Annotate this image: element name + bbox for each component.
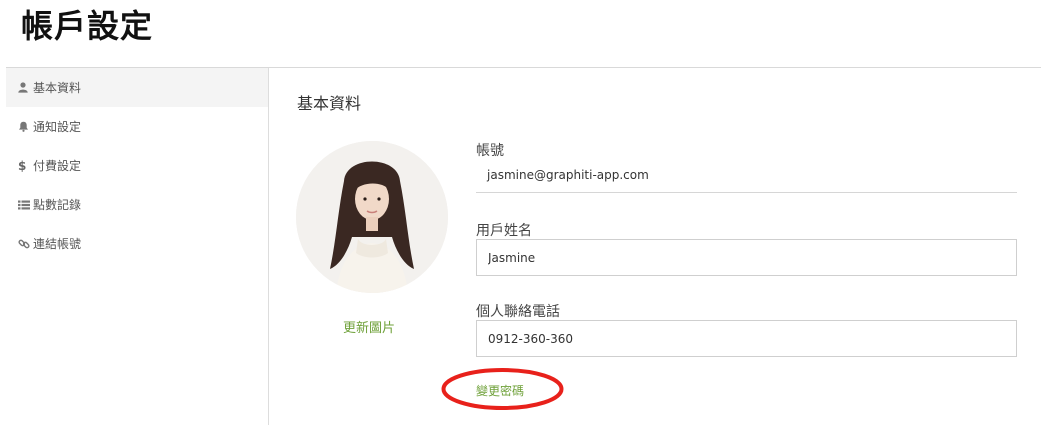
phone-field[interactable] (476, 320, 1017, 357)
dollar-icon: $ (18, 158, 27, 173)
sidebar-item-label: 通知設定 (33, 120, 82, 134)
sidebar: 基本資料 通知設定 $ 付費設定 點數記錄 連結帳號 (6, 68, 268, 425)
account-value: jasmine@graphiti-app.com (476, 165, 1017, 193)
sidebar-item-notifications[interactable]: 通知設定 (6, 107, 268, 146)
list-icon (18, 198, 31, 211)
avatar (296, 141, 448, 293)
username-field[interactable] (476, 239, 1017, 276)
sidebar-item-label: 付費設定 (33, 159, 82, 173)
highlight-circle-annotation (441, 368, 564, 410)
section-title: 基本資料 (297, 94, 362, 113)
sidebar-item-points-history[interactable]: 點數記錄 (6, 185, 268, 224)
username-label: 用戶姓名 (476, 223, 532, 239)
sidebar-item-label: 點數記錄 (33, 198, 82, 212)
phone-label: 個人聯絡電話 (476, 304, 560, 320)
sidebar-item-label: 連結帳號 (33, 237, 82, 251)
bell-icon (18, 120, 31, 133)
update-photo-link[interactable]: 更新圖片 (343, 317, 395, 336)
account-label: 帳號 (476, 143, 504, 159)
user-icon (18, 81, 31, 94)
sidebar-divider (268, 68, 269, 425)
link-icon (18, 237, 31, 250)
sidebar-item-payment[interactable]: $ 付費設定 (6, 146, 268, 185)
page-title: 帳戶設定 (21, 7, 154, 45)
sidebar-item-linked-accounts[interactable]: 連結帳號 (6, 224, 268, 263)
sidebar-item-label: 基本資料 (33, 81, 82, 95)
sidebar-item-basic-info[interactable]: 基本資料 (6, 68, 268, 107)
